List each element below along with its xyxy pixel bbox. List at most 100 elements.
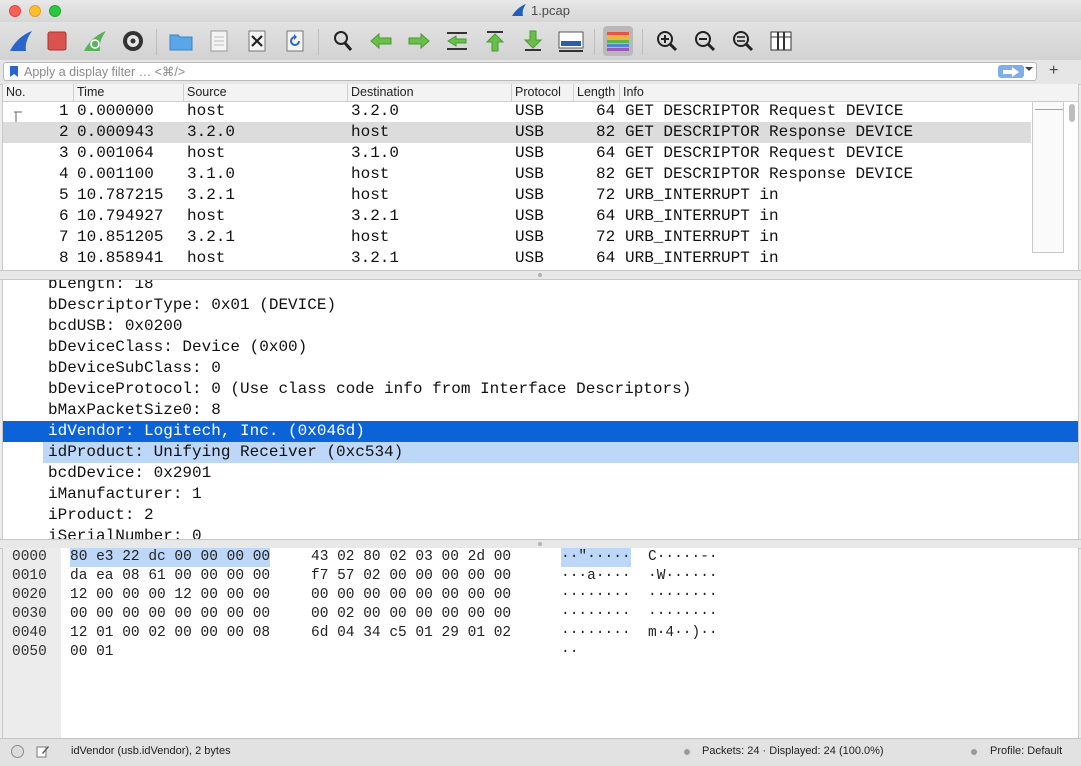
detail-line[interactable]: iSerialNumber: 0 (3, 526, 1078, 540)
bytes-row[interactable]: 0000 80 e3 22 dc 00 00 00 00 43 02 80 02… (3, 548, 1078, 567)
packet-source: host (187, 102, 226, 120)
close-file-button[interactable] (242, 26, 272, 56)
stop-capture-button[interactable] (42, 26, 72, 56)
reload-file-button[interactable] (280, 26, 310, 56)
display-filter-input[interactable] (24, 63, 989, 80)
packet-minimap[interactable] (1032, 101, 1064, 253)
add-filter-button[interactable]: + (1049, 62, 1058, 80)
detail-line[interactable]: bDescriptorType: 0x01 (DEVICE) (3, 295, 1078, 316)
open-file-button[interactable] (166, 26, 196, 56)
last-packet-button[interactable] (518, 26, 548, 56)
detail-line[interactable]: bMaxPacketSize0: 8 (3, 400, 1078, 421)
packet-protocol: USB (515, 102, 544, 120)
detail-line[interactable]: bcdUSB: 0x0200 (3, 316, 1078, 337)
bookmark-icon[interactable] (9, 65, 19, 78)
status-profile[interactable]: Profile: Default (990, 745, 1062, 757)
splitter-handle[interactable] (0, 270, 1081, 280)
column-header-time[interactable]: Time (74, 84, 184, 101)
go-back-button[interactable] (366, 26, 396, 56)
packet-length: 82 (596, 165, 616, 183)
detail-line[interactable]: iProduct: 2 (3, 505, 1078, 526)
column-header-no[interactable]: No. (3, 84, 74, 101)
detail-line[interactable]: bLength: 18 (3, 280, 1078, 295)
packet-source: host (187, 144, 226, 162)
zoom-out-icon (695, 31, 716, 52)
packet-time: 10.851205 (77, 228, 164, 246)
detail-text: bcdUSB: 0x0200 (48, 317, 183, 335)
bytes-row[interactable]: 0040 12 01 00 02 00 00 00 08 6d 04 34 c5… (3, 624, 1078, 643)
packet-time: 0.001064 (77, 144, 154, 162)
packet-source: 3.2.0 (187, 123, 236, 141)
packet-length: 72 (596, 228, 616, 246)
autoscroll-button[interactable] (556, 26, 586, 56)
last-packet-icon (523, 30, 543, 51)
detail-line-selected[interactable]: idVendor: Logitech, Inc. (0x046d) (3, 421, 1078, 442)
bytes-row[interactable]: 0050 00 01 ·· (3, 643, 1078, 662)
packet-row[interactable]: 6 10.794927 host 3.2.1 USB 64 URB_INTERR… (3, 206, 1031, 227)
packet-length: 82 (596, 123, 616, 141)
find-packet-button[interactable] (328, 26, 358, 56)
normal-size-button[interactable] (728, 26, 758, 56)
packet-destination: host (351, 186, 390, 204)
status-packets-count: Packets: 24 · Displayed: 24 (100.0%) (702, 745, 884, 757)
detail-line[interactable]: bDeviceProtocol: 0 (Use class code info … (3, 379, 1078, 400)
packet-row[interactable]: 1 0.000000 host 3.2.0 USB 64 GET DESCRIP… (3, 101, 1031, 122)
expert-info-icon[interactable] (11, 745, 24, 758)
bytes-row[interactable]: 0030 00 00 00 00 00 00 00 00 00 02 00 00… (3, 605, 1078, 624)
column-header-length[interactable]: Length (574, 84, 620, 101)
detail-line[interactable]: bDeviceClass: Device (0x00) (3, 337, 1078, 358)
column-header-protocol[interactable]: Protocol (512, 84, 574, 101)
packet-source: 3.2.1 (187, 186, 236, 204)
packet-destination: 3.2.0 (351, 102, 400, 120)
packet-list: No. Time Source Destination Protocol Len… (2, 84, 1079, 270)
bytes-hex: 6d 04 34 c5 01 29 01 02 (311, 625, 512, 641)
packet-no: 6 (59, 207, 69, 225)
chevron-down-icon[interactable] (1024, 64, 1034, 74)
column-header-info[interactable]: Info (620, 84, 1078, 101)
packet-row[interactable]: 8 10.858941 host 3.2.1 USB 64 URB_INTERR… (3, 248, 1031, 269)
packet-row[interactable]: 7 10.851205 3.2.1 host USB 72 URB_INTERR… (3, 227, 1031, 248)
bytes-hex-highlighted: 80 e3 22 dc 00 00 00 00 (70, 548, 271, 567)
packet-protocol: USB (515, 249, 544, 267)
detail-line[interactable]: bDeviceSubClass: 0 (3, 358, 1078, 379)
packet-bytes-pane: 0000 80 e3 22 dc 00 00 00 00 43 02 80 02… (2, 548, 1079, 738)
packet-source: 3.2.1 (187, 228, 236, 246)
save-file-button[interactable] (204, 26, 234, 56)
detail-line[interactable]: bcdDevice: 0x2901 (3, 463, 1078, 484)
packet-info: GET DESCRIPTOR Response DEVICE (625, 123, 914, 141)
column-header-destination[interactable]: Destination (348, 84, 512, 101)
packet-row-selected[interactable]: 2 0.000943 3.2.0 host USB 82 GET DESCRIP… (3, 122, 1031, 143)
toolbar-separator (318, 29, 319, 55)
status-dot-icon (684, 749, 690, 755)
bytes-ascii: ········ (561, 587, 631, 603)
resize-columns-button[interactable] (766, 26, 796, 56)
detail-line[interactable]: iManufacturer: 1 (3, 484, 1078, 505)
bytes-row[interactable]: 0010 da ea 08 61 00 00 00 00 f7 57 02 00… (3, 567, 1078, 586)
zoom-in-button[interactable] (652, 26, 682, 56)
bytes-row[interactable]: 0020 12 00 00 00 12 00 00 00 00 00 00 00… (3, 586, 1078, 605)
apply-filter-button[interactable] (998, 65, 1024, 78)
wireshark-window: 1.pcap Apply a display filter … <⌘/> + N… (0, 0, 1081, 766)
packet-destination: 3.2.1 (351, 207, 400, 225)
packet-length: 72 (596, 186, 616, 204)
packet-destination: host (351, 228, 390, 246)
packet-list-scrollbar[interactable] (1069, 104, 1075, 122)
start-capture-button[interactable] (6, 26, 36, 56)
packet-row[interactable]: 4 0.001100 3.1.0 host USB 82 GET DESCRIP… (3, 164, 1031, 185)
zoom-out-button[interactable] (690, 26, 720, 56)
packet-row[interactable]: 3 0.001064 host 3.1.0 USB 64 GET DESCRIP… (3, 143, 1031, 164)
comment-pencil-icon[interactable] (36, 744, 50, 758)
detail-line-related[interactable]: idProduct: Unifying Receiver (0xc534) (43, 442, 1078, 463)
detail-text: bcdDevice: 0x2901 (48, 464, 212, 482)
bytes-ascii: ·W······ (648, 568, 718, 584)
packet-row[interactable]: 5 10.787215 3.2.1 host USB 72 URB_INTERR… (3, 185, 1031, 206)
go-to-packet-button[interactable] (442, 26, 472, 56)
colorize-button[interactable] (603, 26, 633, 56)
capture-options-button[interactable] (118, 26, 148, 56)
packet-time: 10.858941 (77, 249, 164, 267)
go-forward-icon (408, 32, 430, 50)
go-forward-button[interactable] (404, 26, 434, 56)
restart-capture-button[interactable] (80, 26, 110, 56)
column-header-source[interactable]: Source (184, 84, 348, 101)
first-packet-button[interactable] (480, 26, 510, 56)
